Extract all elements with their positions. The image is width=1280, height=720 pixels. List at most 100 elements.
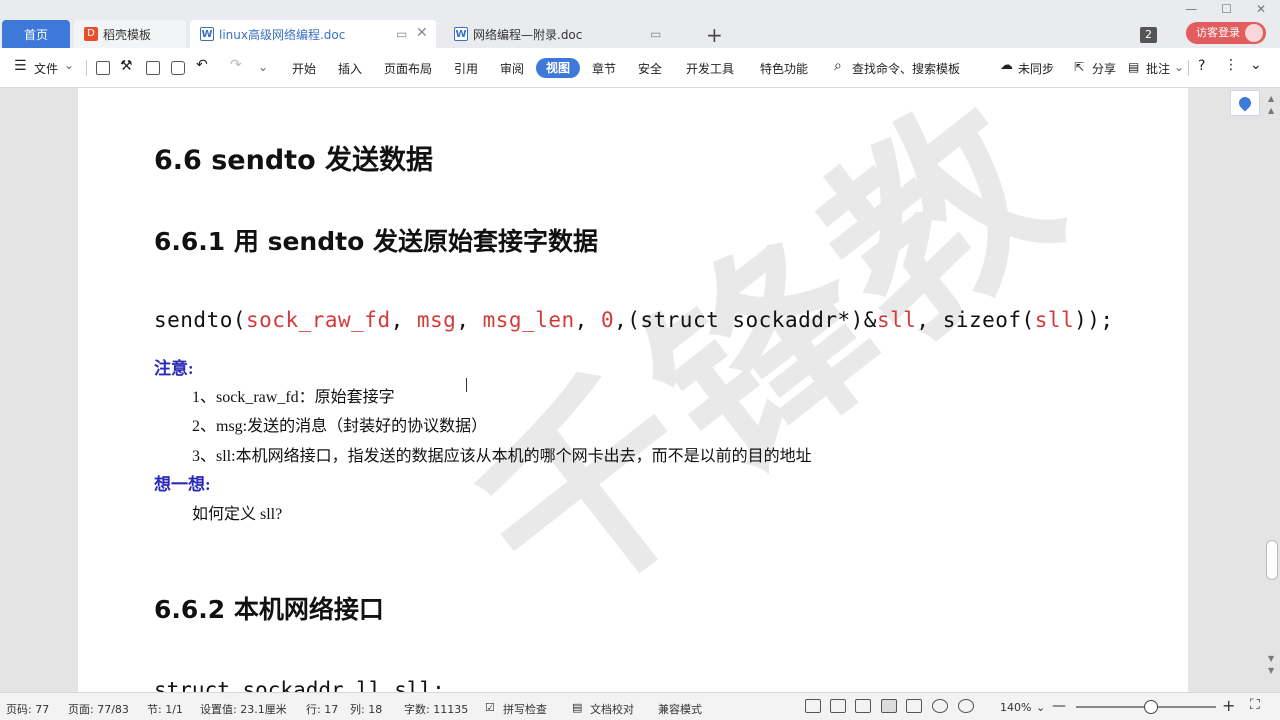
file-menu[interactable]: 文件 (34, 60, 58, 77)
tab-window-icon[interactable]: ▭ (650, 27, 661, 41)
guest-login-button[interactable]: 访客登录 (1186, 22, 1266, 44)
scroll-up-icon[interactable]: ▲ (1268, 106, 1274, 115)
collapse-ribbon-icon[interactable]: ⌄ (1250, 57, 1262, 73)
read-mode-icon[interactable] (830, 699, 846, 713)
minimize-icon[interactable]: — (1185, 2, 1197, 16)
ribbon-tab-start[interactable]: 开始 (292, 60, 316, 77)
zoom-slider-knob[interactable] (1144, 700, 1158, 714)
quick-access-more-icon[interactable]: ⌄ (258, 60, 268, 74)
page-view-icon[interactable] (881, 699, 897, 713)
save-icon[interactable] (96, 61, 110, 75)
help-icon[interactable]: ? (1198, 58, 1205, 74)
tab-template-label: 稻壳模板 (103, 27, 152, 42)
word-count[interactable]: 字数: 11135 (404, 701, 468, 717)
code-arg: sll (1034, 308, 1075, 332)
ribbon-tab-insert[interactable]: 插入 (338, 60, 362, 77)
sync-status-button[interactable]: 未同步 (1018, 60, 1054, 77)
divider (86, 60, 87, 76)
share-icon: ⇱ (1074, 60, 1085, 74)
spellcheck-icon: ☑ (485, 701, 495, 714)
close-icon[interactable]: ✕ (416, 25, 428, 41)
web-view-icon[interactable] (932, 699, 948, 713)
note-item: 1、sock_raw_fd：原始套接字 (192, 389, 395, 406)
print-icon[interactable] (146, 61, 160, 75)
code-sep: ,(struct sockaddr*)& (614, 308, 877, 332)
chevron-down-icon[interactable]: ⌄ (1036, 701, 1045, 714)
ribbon-tab-review[interactable]: 审阅 (500, 60, 524, 77)
row-number[interactable]: 行: 17 (306, 701, 338, 717)
eye-protection-icon[interactable] (958, 699, 974, 713)
page-count[interactable]: 页面: 77/83 (68, 701, 129, 717)
location-pin-icon (1236, 94, 1254, 112)
tab-doc-appendix[interactable]: W 网络编程—附录.doc ▭ (444, 20, 676, 48)
command-search-input[interactable]: 查找命令、搜索模板 (852, 60, 960, 77)
scroll-up-icon[interactable]: ▲ (1268, 94, 1274, 103)
column-number[interactable]: 列: 18 (350, 701, 382, 717)
fullscreen-icon[interactable]: ⛶ (1250, 697, 1260, 713)
zoom-level[interactable]: 140% (1000, 701, 1031, 714)
document-page[interactable]: 千锋教 6.6 sendto 发送数据 6.6.1 用 sendto 发送原始套… (78, 88, 1188, 692)
redo-icon[interactable]: ↷ (230, 57, 242, 73)
spellcheck-button[interactable]: 拼写检查 (503, 701, 547, 717)
scroll-thumb[interactable] (1266, 540, 1278, 580)
page-code[interactable]: 页码: 77 (6, 701, 49, 717)
tab-window-icon[interactable]: ▭ (396, 27, 407, 41)
share-button[interactable]: 分享 (1092, 60, 1116, 77)
note-item: 3、sll:本机网络接口，指发送的数据应该从本机的哪个网卡出去，而不是以前的目的… (192, 448, 812, 465)
section-count[interactable]: 节: 1/1 (147, 701, 183, 717)
ribbon-bar: ☰ 文件 ⌄ ⚒ ↶ ↷ ⌄ 开始 插入 页面布局 引用 审阅 视图 章节 安全… (0, 48, 1280, 88)
ribbon-tab-security[interactable]: 安全 (638, 60, 662, 77)
more-options-icon[interactable]: ⋮ (1224, 57, 1238, 73)
code-arg: sock_raw_fd (246, 308, 391, 332)
scroll-down-icon[interactable]: ▼ (1268, 654, 1274, 663)
note-item: 2、msg:发送的消息（封装好的协议数据） (192, 418, 488, 435)
tab-doc-appendix-label: 网络编程—附录.doc (473, 27, 583, 42)
close-window-icon[interactable]: ✕ (1256, 2, 1266, 16)
tab-home[interactable]: 首页 (2, 20, 70, 48)
maximize-icon[interactable]: ☐ (1221, 2, 1232, 16)
code-arg: msg_len (482, 308, 575, 332)
navigation-pin-button[interactable] (1230, 90, 1260, 116)
cloud-sync-icon: ☁ (1000, 58, 1013, 73)
menu-icon[interactable]: ☰ (14, 58, 27, 74)
code-fn: sendto( (154, 308, 247, 332)
watermark-logo: 千锋教 (433, 88, 1105, 655)
tab-template[interactable]: D 稻壳模板 (74, 20, 186, 48)
focus-mode-icon[interactable] (805, 699, 821, 713)
scroll-down-icon[interactable]: ▼ (1268, 666, 1274, 675)
ribbon-tab-reference[interactable]: 引用 (454, 60, 478, 77)
format-painter-icon[interactable]: ⚒ (120, 58, 133, 74)
vertical-scrollbar[interactable] (1266, 90, 1278, 690)
heading-6-6-2: 6.6.2 本机网络接口 (154, 595, 384, 624)
ribbon-tab-features[interactable]: 特色功能 (760, 60, 808, 77)
code-arg: 0 (600, 308, 615, 332)
proofread-icon: ▤ (572, 701, 583, 714)
window-count-badge[interactable]: 2 (1140, 27, 1157, 43)
zoom-out-icon[interactable]: — (1052, 698, 1066, 714)
zoom-in-icon[interactable]: + (1222, 696, 1235, 715)
think-item: 如何定义 sll? (192, 506, 283, 523)
ribbon-tab-developer[interactable]: 开发工具 (686, 60, 734, 77)
new-tab-button[interactable]: + (706, 23, 723, 47)
comment-button[interactable]: 批注 (1146, 60, 1170, 77)
tab-doc-linux[interactable]: W linux高级网络编程.doc ▭ ✕ (190, 20, 436, 48)
code-sep: , sizeof( (916, 308, 1035, 332)
code-sep: , (456, 308, 483, 332)
tab-doc-linux-label: linux高级网络编程.doc (219, 27, 346, 42)
proofread-button[interactable]: 文档校对 (590, 701, 634, 717)
outline-view-icon[interactable] (906, 699, 922, 713)
ribbon-tab-layout[interactable]: 页面布局 (384, 60, 432, 77)
code-arg: msg (416, 308, 457, 332)
chevron-down-icon[interactable]: ⌄ (1174, 60, 1184, 74)
undo-icon[interactable]: ↶ (196, 57, 208, 73)
print-preview-icon[interactable] (171, 61, 185, 75)
heading-6-6: 6.6 sendto 发送数据 (154, 145, 434, 176)
ribbon-tab-view[interactable]: 视图 (536, 58, 580, 78)
comment-icon: ▤ (1128, 60, 1140, 74)
ribbon-tab-chapter[interactable]: 章节 (592, 60, 616, 77)
chevron-down-icon[interactable]: ⌄ (64, 58, 74, 72)
setting-value[interactable]: 设置值: 23.1厘米 (200, 701, 287, 717)
word-doc-icon: W (454, 27, 468, 41)
write-mode-icon[interactable] (855, 699, 871, 713)
think-label: 想一想: (154, 475, 211, 494)
